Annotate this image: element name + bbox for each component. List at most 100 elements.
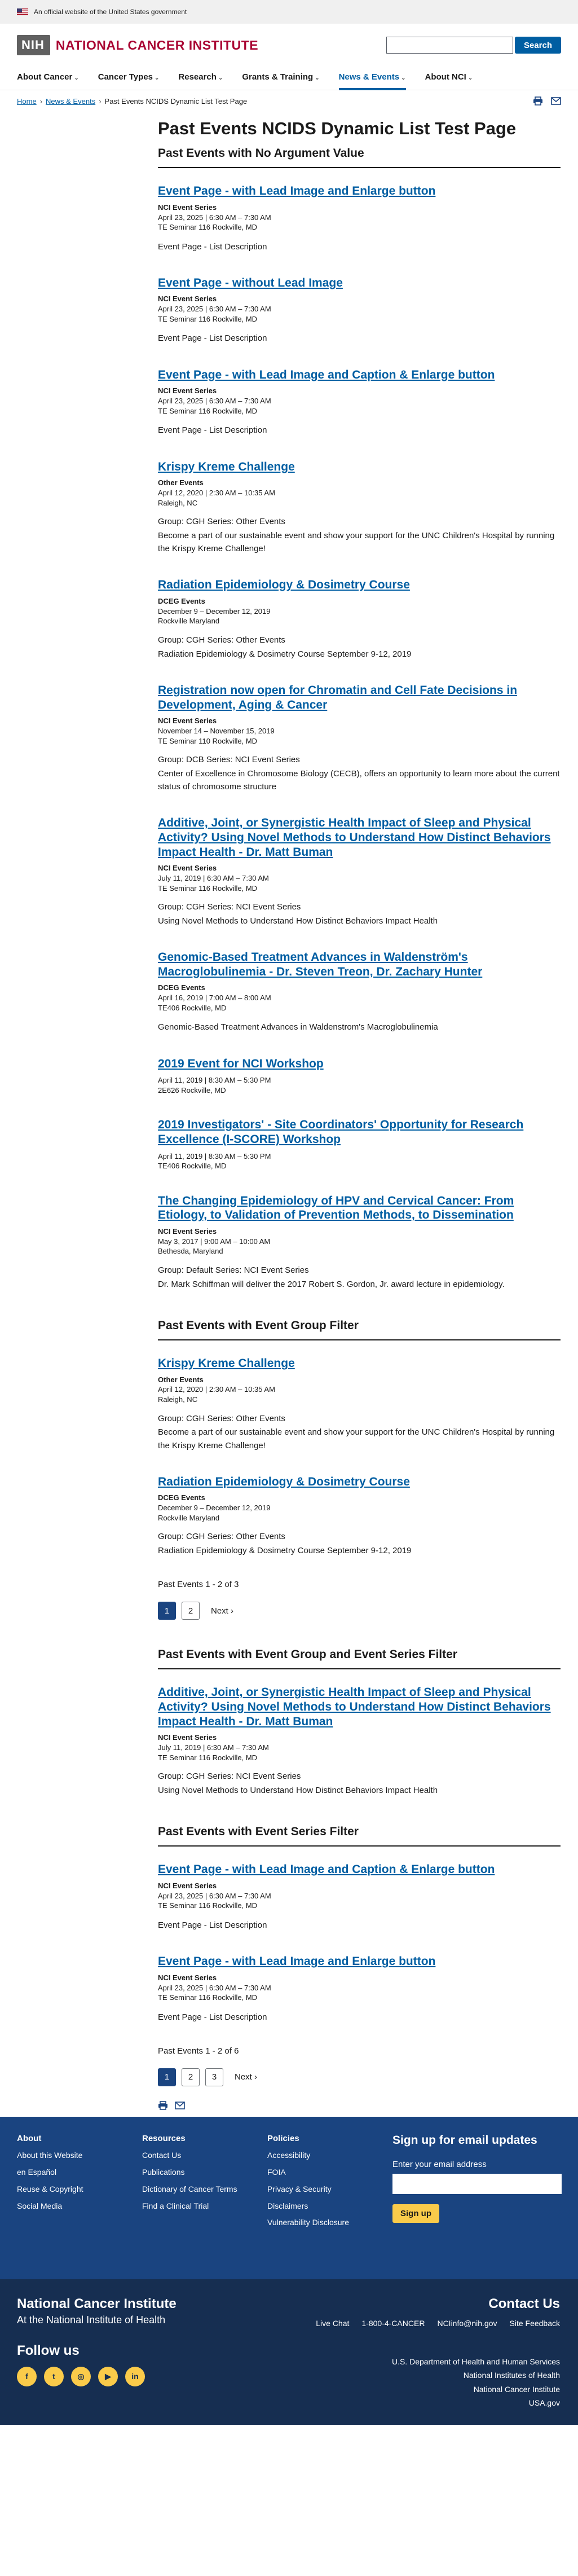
event-group: Group: CGH Series: Other Events bbox=[158, 1532, 285, 1542]
event-title-link[interactable]: Genomic-Based Treatment Advances in Wald… bbox=[158, 950, 561, 979]
nav-item-news-events[interactable]: News & Events ⌄ bbox=[338, 67, 406, 90]
main-content: Past Events NCIDS Dynamic List Test Page… bbox=[158, 118, 561, 2110]
event-type: DCEG Events bbox=[158, 983, 205, 992]
event-type: NCI Event Series bbox=[158, 294, 217, 304]
event-location: TE Seminar 116 Rockville, MD bbox=[158, 1993, 258, 2002]
nav-item-about-cancer[interactable]: About Cancer ⌄ bbox=[17, 67, 79, 90]
event-title-link[interactable]: Additive, Joint, or Synergistic Health I… bbox=[158, 816, 561, 859]
event-list-item: Event Page - with Lead Image and Enlarge… bbox=[158, 1954, 561, 2024]
footer-link[interactable]: Publications bbox=[142, 2167, 267, 2178]
event-group: Group: CGH Series: Other Events bbox=[158, 1413, 285, 1423]
chevron-down-icon: ⌄ bbox=[74, 75, 79, 81]
event-list-item: Radiation Epidemiology & Dosimetry Cours… bbox=[158, 578, 561, 661]
footer-link[interactable]: Reuse & Copyright bbox=[17, 2184, 142, 2195]
email-field[interactable] bbox=[392, 2173, 562, 2194]
event-date: December 9 – December 12, 2019 bbox=[158, 1504, 271, 1513]
event-location: TE Seminar 110 Rockville, MD bbox=[158, 736, 258, 745]
footer-column: Policies Accessibility FOIA Privacy & Secur… bbox=[267, 2134, 392, 2279]
event-title-link[interactable]: Krispy Kreme Challenge bbox=[158, 460, 561, 474]
event-description: Radiation Epidemiology & Dosimetry Cours… bbox=[158, 1546, 412, 1556]
government-link[interactable]: National Cancer Institute bbox=[392, 2382, 560, 2397]
page-button[interactable]: 2 bbox=[182, 2068, 200, 2086]
event-date: April 23, 2025 | 6:30 AM – 7:30 AM bbox=[158, 213, 271, 222]
event-title-link[interactable]: Event Page - with Lead Image and Enlarge… bbox=[158, 1954, 561, 1969]
event-type: NCI Event Series bbox=[158, 1733, 217, 1742]
event-title-link[interactable]: Additive, Joint, or Synergistic Health I… bbox=[158, 1685, 561, 1729]
event-type: NCI Event Series bbox=[158, 1881, 217, 1890]
nav-item-research[interactable]: Research ⌄ bbox=[178, 67, 223, 90]
footer-link[interactable]: FOIA bbox=[267, 2167, 392, 2178]
event-date: April 23, 2025 | 6:30 AM – 7:30 AM bbox=[158, 1983, 271, 1992]
search-input[interactable] bbox=[386, 37, 513, 54]
event-location: 2E626 Rockville, MD bbox=[158, 1085, 226, 1094]
footer-link[interactable]: Accessibility bbox=[267, 2150, 392, 2161]
nav-item-about-nci[interactable]: About NCI ⌄ bbox=[425, 67, 473, 90]
event-title-link[interactable]: Event Page - with Lead Image and Caption… bbox=[158, 1862, 561, 1877]
event-description: Become a part of our sustainable event a… bbox=[158, 1427, 555, 1450]
footer-link[interactable]: About this Website bbox=[17, 2150, 142, 2161]
linkedin-icon[interactable]: in bbox=[125, 2366, 145, 2386]
event-date: April 23, 2025 | 6:30 AM – 7:30 AM bbox=[158, 1891, 271, 1900]
search-button[interactable]: Search bbox=[514, 37, 561, 54]
contact-us-title: Contact Us bbox=[488, 2296, 560, 2311]
event-title-link[interactable]: The Changing Epidemiology of HPV and Cer… bbox=[158, 1194, 561, 1223]
event-title-link[interactable]: Krispy Kreme Challenge bbox=[158, 1356, 561, 1371]
footer-link[interactable]: Contact Us bbox=[142, 2150, 267, 2161]
gov-banner-text: An official website of the United States… bbox=[34, 8, 187, 16]
government-link[interactable]: USA.gov bbox=[392, 2396, 560, 2410]
footer-link[interactable]: Disclaimers bbox=[267, 2201, 392, 2212]
footer-link[interactable]: Social Media bbox=[17, 2201, 142, 2212]
event-title-link[interactable]: 2019 Investigators' - Site Coordinators'… bbox=[158, 1118, 561, 1146]
footer-link[interactable]: en Español bbox=[17, 2167, 142, 2178]
footer-column-heading: Policies bbox=[267, 2133, 299, 2143]
print-icon[interactable] bbox=[158, 2101, 168, 2110]
contact-link[interactable]: NCIinfo@nih.gov bbox=[437, 2319, 497, 2328]
contact-link[interactable]: 1-800-4-CANCER bbox=[361, 2319, 425, 2328]
event-title-link[interactable]: Radiation Epidemiology & Dosimetry Cours… bbox=[158, 1475, 561, 1489]
chevron-down-icon: ⌄ bbox=[401, 75, 406, 81]
footer-link[interactable]: Find a Clinical Trial bbox=[142, 2201, 267, 2212]
chevron-right-icon: › bbox=[99, 96, 102, 105]
contact-link[interactable]: Site Feedback bbox=[510, 2319, 561, 2328]
footer-column-heading: About bbox=[17, 2133, 42, 2143]
footer-link[interactable]: Vulnerability Disclosure bbox=[267, 2217, 392, 2228]
breadcrumb-home[interactable]: Home bbox=[17, 97, 37, 105]
signup-button[interactable]: Sign up bbox=[392, 2204, 439, 2223]
pagination: 1 2 Next › bbox=[158, 1602, 561, 1620]
signup-title: Sign up for email updates bbox=[392, 2133, 537, 2147]
contact-link[interactable]: Live Chat bbox=[316, 2319, 349, 2328]
event-title-link[interactable]: Event Page - with Lead Image and Caption… bbox=[158, 368, 561, 383]
event-location: TE406 Rockville, MD bbox=[158, 1003, 227, 1012]
next-page-link[interactable]: Next › bbox=[211, 1606, 233, 1616]
site-logo[interactable]: NIH NATIONAL CANCER INSTITUTE bbox=[17, 35, 258, 55]
page-button[interactable]: 3 bbox=[205, 2068, 223, 2086]
government-link[interactable]: National Institutes of Health bbox=[392, 2368, 560, 2382]
print-icon[interactable] bbox=[533, 96, 543, 105]
breadcrumb-news-events[interactable]: News & Events bbox=[46, 97, 95, 105]
event-group: Group: CGH Series: NCI Event Series bbox=[158, 1771, 301, 1782]
event-title-link[interactable]: Event Page - with Lead Image and Enlarge… bbox=[158, 184, 561, 199]
page-title: Past Events NCIDS Dynamic List Test Page bbox=[158, 118, 517, 138]
event-title-link[interactable]: Registration now open for Chromatin and … bbox=[158, 683, 561, 712]
next-page-link[interactable]: Next › bbox=[235, 2072, 257, 2082]
instagram-icon[interactable]: ◎ bbox=[71, 2366, 91, 2386]
event-description: Event Page - List Description bbox=[158, 241, 267, 252]
event-title-link[interactable]: 2019 Event for NCI Workshop bbox=[158, 1057, 561, 1071]
event-location: TE Seminar 116 Rockville, MD bbox=[158, 223, 258, 232]
footer-link[interactable]: Privacy & Security bbox=[267, 2184, 392, 2195]
nav-item-cancer-types[interactable]: Cancer Types ⌄ bbox=[98, 67, 160, 90]
event-title-link[interactable]: Radiation Epidemiology & Dosimetry Cours… bbox=[158, 578, 561, 592]
twitter-icon[interactable]: t bbox=[44, 2366, 64, 2386]
email-icon[interactable] bbox=[175, 2101, 185, 2110]
page-button[interactable]: 2 bbox=[182, 1602, 200, 1620]
event-title-link[interactable]: Event Page - without Lead Image bbox=[158, 276, 561, 291]
facebook-icon[interactable]: f bbox=[17, 2366, 37, 2386]
youtube-icon[interactable]: ▶ bbox=[98, 2366, 118, 2386]
footer-link[interactable]: Dictionary of Cancer Terms bbox=[142, 2184, 267, 2195]
page-button[interactable]: 1 bbox=[158, 1602, 176, 1620]
page-button[interactable]: 1 bbox=[158, 2068, 176, 2086]
event-type: NCI Event Series bbox=[158, 386, 217, 395]
email-icon[interactable] bbox=[551, 96, 561, 105]
government-link[interactable]: U.S. Department of Health and Human Serv… bbox=[392, 2355, 560, 2369]
nav-item-grants-training[interactable]: Grants & Training ⌄ bbox=[242, 67, 319, 90]
